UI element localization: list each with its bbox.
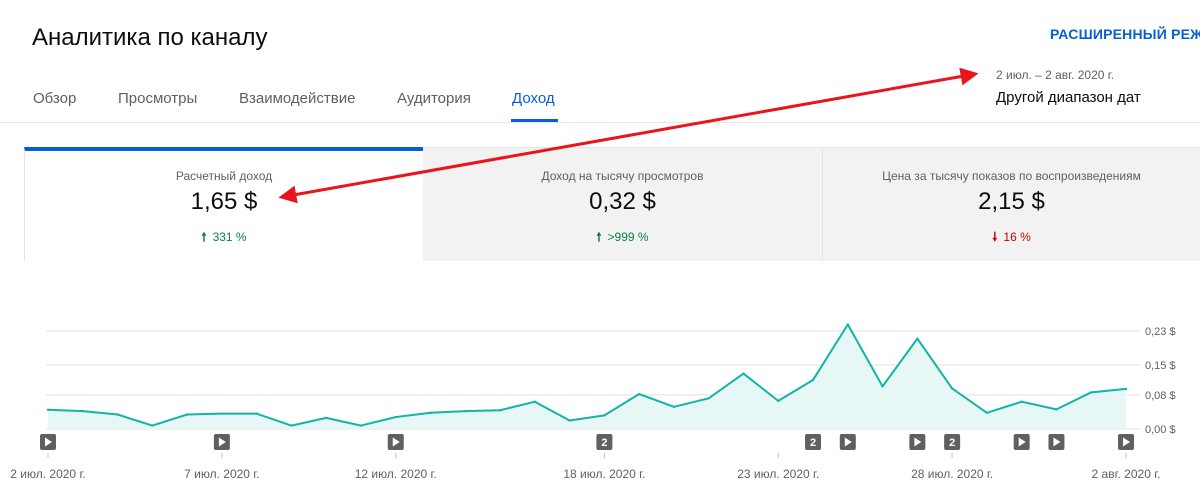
data-point [533, 400, 537, 403]
data-point [846, 323, 850, 326]
data-point [1090, 391, 1093, 394]
data-point [777, 399, 780, 403]
data-point [672, 405, 676, 409]
x-tick-label: 2 авг. 2020 г. [1092, 467, 1161, 481]
metric-change: 🠗 16 % [823, 228, 1200, 249]
metric-label: Расчетный доход [175, 169, 273, 183]
data-point [603, 414, 606, 417]
x-tick-label: 7 июл. 2020 г. [184, 467, 259, 481]
data-point [359, 424, 363, 427]
arrow-down-icon: 🠗 [992, 230, 998, 244]
metric-change-value: 16 % [1003, 230, 1031, 244]
header-divider [0, 122, 1200, 123]
metric-label: Доход на тысячу просмотров [541, 169, 704, 183]
y-tick-label: 0,23 $ [1145, 326, 1176, 338]
data-point [324, 416, 328, 420]
metric-change-value: >999 % [607, 230, 649, 244]
revenue-chart: 0,23 $ 0,15 $ 0,08 $ 0,00 $ 2 2 2 2 июл. 2020 г… [10, 323, 1176, 481]
data-point [81, 409, 84, 413]
metric-value: 0,32 $ [589, 188, 656, 215]
data-point [916, 337, 919, 340]
tab-overview[interactable]: Обзор [33, 90, 76, 107]
x-tick-label: 2 июл. 2020 г. [10, 467, 85, 481]
metric-value: 1,65 $ [190, 188, 258, 215]
data-point [394, 415, 397, 419]
metric-label: Цена за тысячу показов по воспроизведени… [882, 169, 1141, 183]
data-point [811, 378, 815, 382]
y-tick-label: 0,15 $ [1145, 360, 1176, 372]
arrow-up-icon: 🠕 [596, 230, 602, 244]
data-point [1124, 387, 1128, 391]
page-title: Аналитика по каналу [32, 24, 268, 51]
x-tick-label: 28 июл. 2020 г. [911, 467, 993, 481]
date-range-picker[interactable]: Другой диапазон дат [996, 89, 1141, 106]
tab-audience[interactable]: Аудитория [397, 90, 471, 107]
data-point [464, 409, 467, 413]
data-point [255, 412, 258, 415]
metric-value: 2,15 $ [978, 188, 1045, 215]
data-point [568, 419, 571, 422]
data-point [742, 372, 745, 375]
tab-revenue[interactable]: Доход [512, 90, 555, 107]
metric-card-estimated-revenue[interactable]: Расчетный доход 1,65 $ 🠕 331 % [24, 147, 423, 261]
metric-card-playback-cpm[interactable]: Цена за тысячу показов по воспроизведени… [822, 147, 1200, 261]
metric-change-value: 331 % [212, 230, 247, 244]
metric-card-rpm[interactable]: Доход на тысячу просмотров 0,32 $ 🠕 >999 … [423, 147, 822, 261]
data-point [116, 413, 119, 416]
data-point [290, 424, 293, 427]
tab-engagement[interactable]: Взаимодействие [239, 90, 355, 107]
advanced-mode-link[interactable]: РАСШИРЕННЫЙ РЕЖИ [1050, 26, 1200, 42]
video-marker-count-label: 2 [601, 437, 607, 449]
data-point [950, 387, 954, 390]
video-marker-count-label: 2 [949, 437, 955, 449]
metric-change: 🠕 >999 % [423, 228, 822, 249]
arrow-up-icon: 🠕 [201, 230, 207, 244]
data-point [707, 397, 710, 400]
date-range-text: 2 июл. – 2 авг. 2020 г. [996, 68, 1115, 82]
metric-change: 🠕 331 % [25, 228, 423, 249]
x-tick-label: 18 июл. 2020 г. [563, 467, 645, 481]
data-point [1055, 408, 1058, 411]
tab-views[interactable]: Просмотры [118, 90, 197, 107]
x-tick-label: 12 июл. 2020 г. [355, 467, 437, 481]
data-point [985, 411, 989, 414]
data-point [151, 424, 154, 427]
data-point [429, 411, 432, 414]
y-tick-label: 0,08 $ [1145, 390, 1176, 402]
data-point [637, 392, 641, 396]
x-tick-label: 23 июл. 2020 г. [737, 467, 819, 481]
data-point [46, 408, 50, 412]
y-tick-label: 0,00 $ [1145, 424, 1176, 436]
data-point [1020, 400, 1023, 403]
data-point [185, 413, 189, 416]
data-point [881, 385, 884, 388]
data-point [220, 412, 224, 415]
video-marker-count-label: 2 [810, 437, 816, 449]
data-point [498, 409, 502, 412]
